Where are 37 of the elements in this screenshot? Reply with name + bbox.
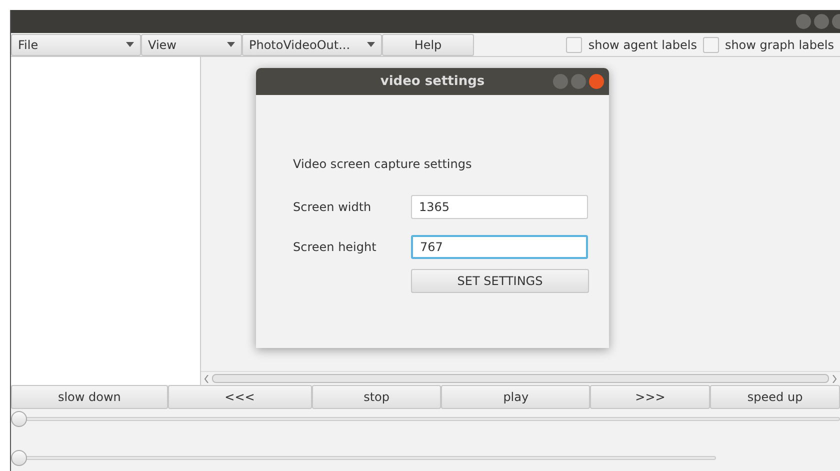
checkbox-label[interactable]: show agent labels [588,36,697,54]
menu-button[interactable]: PhotoVideoOut... [242,34,382,56]
menu-button[interactable]: View [141,34,242,56]
caret-icon [126,42,134,47]
minimize-icon[interactable] [796,14,811,29]
menu-button[interactable]: Help [382,34,474,56]
control-button[interactable]: >>> [590,385,710,409]
slider[interactable] [11,411,840,427]
slider-thumb[interactable] [11,411,27,427]
input-field[interactable]: 767 [411,235,588,259]
menu-button[interactable]: File [11,34,141,56]
caret-icon [227,42,235,47]
maximize-icon[interactable] [571,74,586,89]
checkbox-label[interactable]: show graph labels [724,36,834,54]
caret-icon [367,42,375,47]
control-button[interactable]: speed up [710,385,840,409]
dialog-heading: Video screen capture settings [293,156,473,173]
checkbox[interactable] [566,36,582,52]
control-button[interactable]: slow down [11,385,168,409]
input-field[interactable]: 1365 [411,195,588,219]
dialog-title: video settings [380,72,485,91]
minimize-icon[interactable] [553,74,568,89]
close-icon[interactable] [832,14,840,29]
horizontal-scrollbar[interactable] [201,371,840,385]
close-icon[interactable] [589,74,604,89]
field-label: Screen height [293,239,378,256]
field-label: Screen width [293,199,372,216]
control-button[interactable]: <<< [168,385,312,409]
set-settings-button[interactable]: SET SETTINGS [411,269,589,293]
control-button[interactable]: stop [312,385,442,409]
checkbox[interactable] [702,36,719,52]
slider[interactable] [11,450,716,466]
scroll-left-icon[interactable] [204,374,209,382]
control-button[interactable]: play [441,385,590,409]
scroll-right-icon[interactable] [832,374,837,382]
maximize-icon[interactable] [814,14,829,29]
slider-thumb[interactable] [11,450,27,466]
